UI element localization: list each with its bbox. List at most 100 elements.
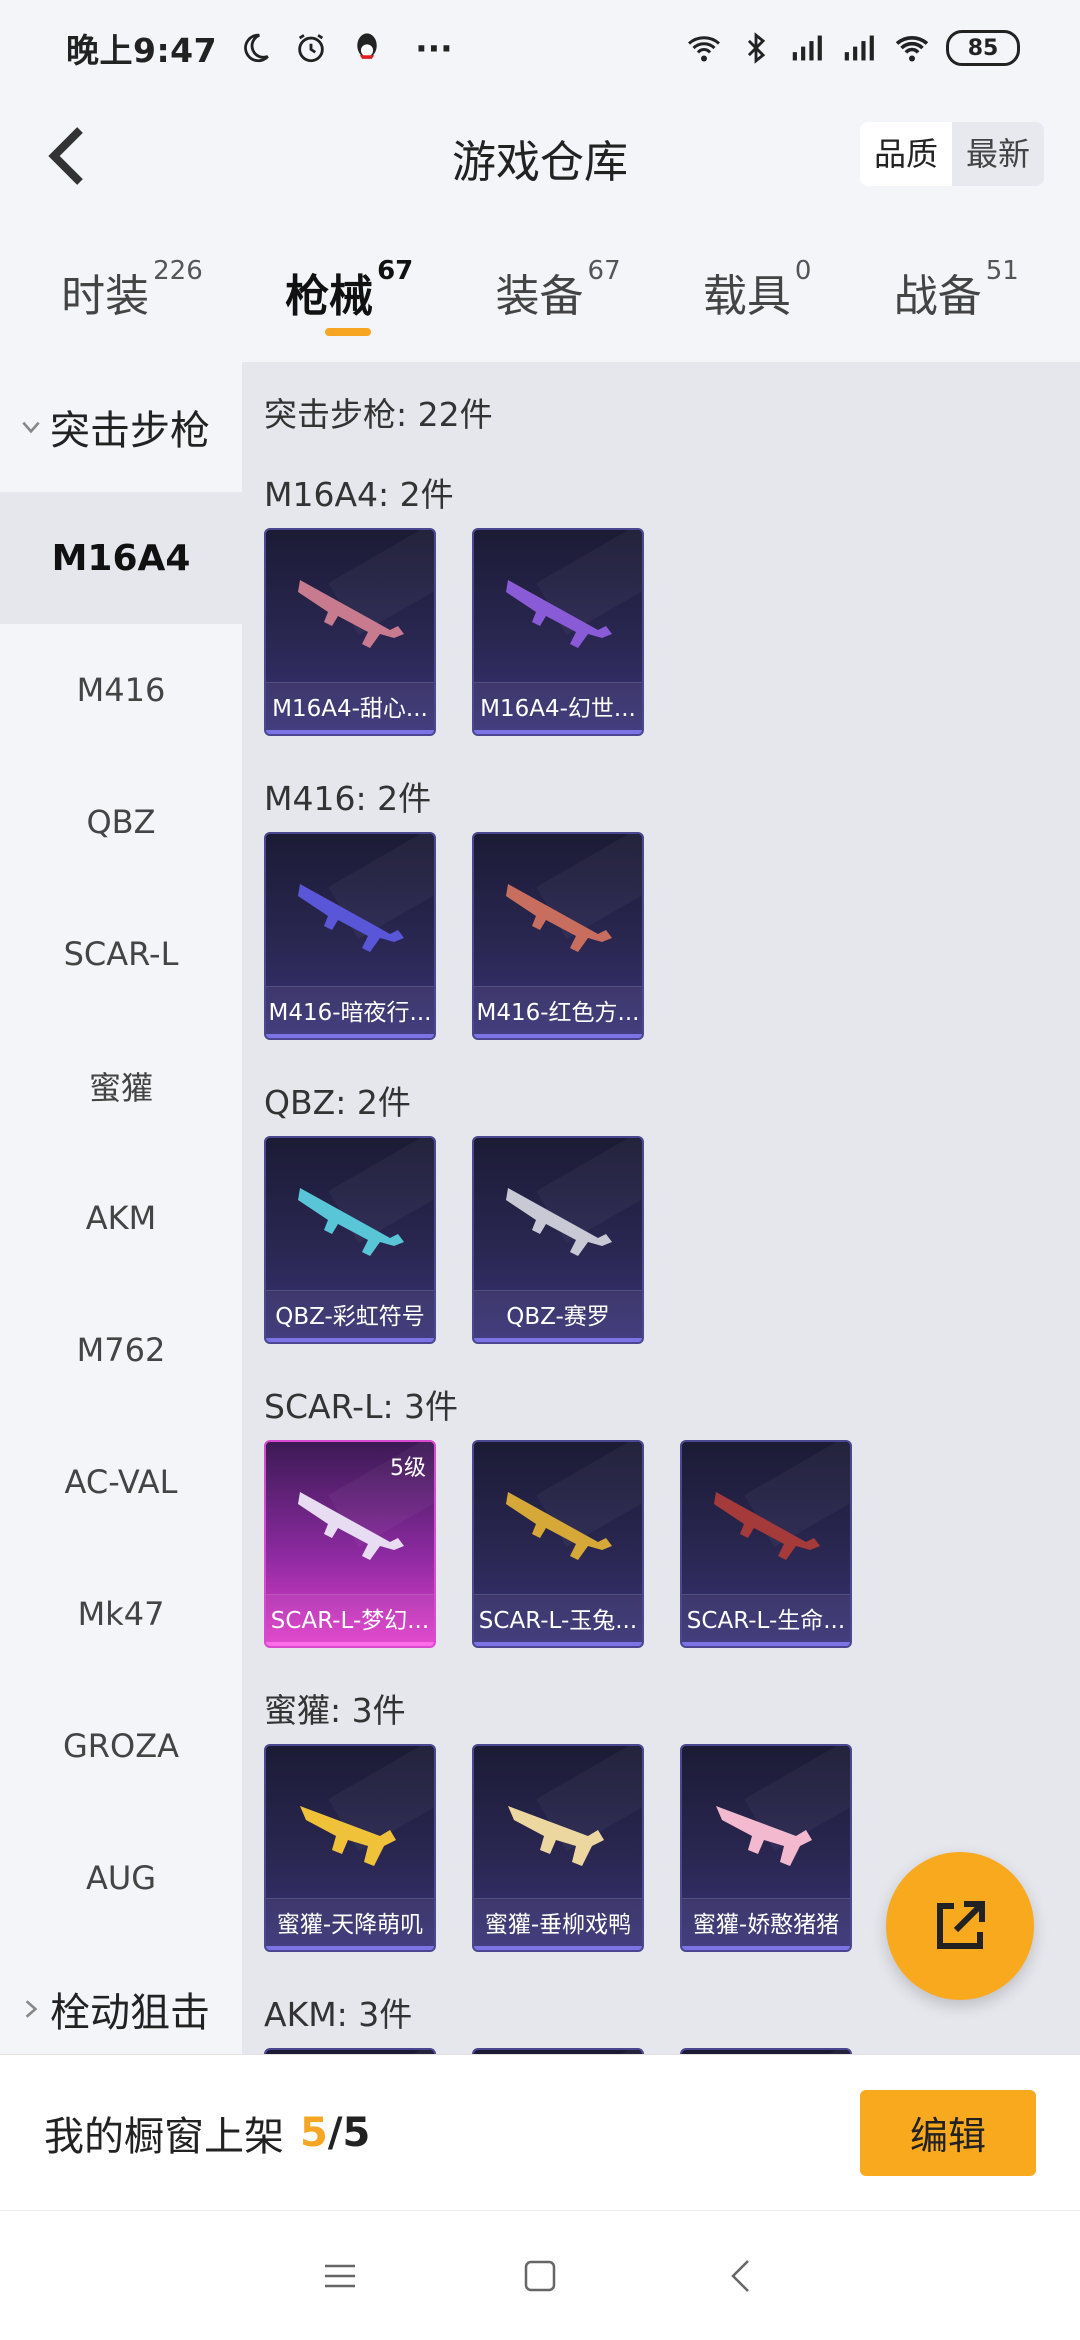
rarity-bar (266, 1642, 434, 1646)
item-row: 5级 SCAR-L-梦幻... SCAR-L-玉兔... SCAR-L-生命..… (264, 1440, 1080, 1648)
section-title: M416: 2件 (264, 779, 432, 818)
weapon-list: 突击步枪: 22件 M16A4: 2件 M16A4-甜心... M16A4-幻世… (242, 362, 1080, 2054)
chevron-right-icon (25, 2000, 38, 2018)
sort-quality-option[interactable]: 品质 (859, 122, 952, 186)
showcase-total: 5 (342, 2109, 371, 2156)
rarity-bar (266, 1338, 434, 1342)
sidebar-item-groza[interactable]: GROZA (0, 1680, 242, 1812)
sidebar-item-akm[interactable]: AKM (0, 1152, 242, 1284)
sidebar-item-aug[interactable]: AUG (0, 1812, 242, 1944)
tab-weapons[interactable]: 枪械 67 (285, 216, 413, 346)
weapon-name: SCAR-L-梦幻... (266, 1594, 434, 1646)
item-row: M416-暗夜行... M416-红色方... (264, 832, 1080, 1040)
smg-icon (716, 1806, 812, 1866)
wifi-signal-icon (686, 30, 722, 66)
sidebar-item-qbz[interactable]: QBZ (0, 756, 242, 888)
tab-active-indicator (325, 328, 372, 336)
battery-indicator: 85 (946, 30, 1020, 66)
status-bar: 晚上9:47 ··· 85 (0, 0, 1080, 96)
tab-count: 51 (985, 256, 1019, 286)
rarity-bar (266, 1946, 434, 1950)
sidebar-item-ac-val[interactable]: AC-VAL (0, 1416, 242, 1548)
weapon-card[interactable]: SCAR-L-生命... (680, 1440, 852, 1648)
section-title: QBZ: 2件 (264, 1083, 411, 1122)
rifle-icon (298, 580, 404, 648)
weapon-type-sidebar: 突击步枪 M16A4 M416 QBZ SCAR-L 蜜獾 AKM M762 A… (0, 362, 242, 2054)
weapon-card[interactable]: M416-红色方... (472, 832, 644, 1040)
weapon-card[interactable]: 蜜獾-天降萌叽 (264, 1744, 436, 1952)
weapon-name: M16A4-幻世... (474, 682, 642, 734)
share-icon (937, 1901, 985, 1949)
menu-icon[interactable] (316, 2252, 364, 2300)
item-row: QBZ-彩虹符号 QBZ-赛罗 (264, 1136, 1080, 1344)
cell-signal-icon (842, 30, 878, 66)
alarm-icon (293, 30, 329, 66)
tab-label: 枪械 (285, 271, 374, 322)
weapon-card[interactable]: QBZ-赛罗 (472, 1136, 644, 1344)
status-more: ··· (415, 28, 453, 68)
share-fab[interactable] (886, 1852, 1034, 2000)
sidebar-item-honey-badger[interactable]: 蜜獾 (0, 1020, 242, 1152)
weapon-card[interactable]: M16A4-甜心... (264, 528, 436, 736)
item-row: M16A4-甜心... M16A4-幻世... (264, 528, 1080, 736)
smg-icon (300, 1806, 396, 1866)
category-summary: 突击步枪: 22件 (264, 395, 493, 434)
sort-newest-option[interactable]: 最新 (952, 122, 1044, 186)
edit-button[interactable]: 编辑 (860, 2089, 1036, 2176)
tab-fashion[interactable]: 时装 226 (61, 216, 203, 346)
rifle-icon (506, 884, 612, 952)
wifi-icon (894, 30, 930, 66)
tab-supplies[interactable]: 战备 51 (894, 216, 1019, 346)
sidebar-item-m416[interactable]: M416 (0, 624, 242, 756)
rifle-icon (298, 1188, 404, 1256)
sidebar-group-label: 栓动狙击 (50, 1990, 210, 2036)
showcase-label: 我的橱窗上架 (44, 2113, 284, 2160)
rarity-bar (474, 1338, 642, 1342)
weapon-name: QBZ-赛罗 (474, 1290, 642, 1342)
sidebar-item-scar-l[interactable]: SCAR-L (0, 888, 242, 1020)
weapon-name: M416-暗夜行... (266, 986, 434, 1038)
weapon-card[interactable]: SCAR-L-玉兔... (472, 1440, 644, 1648)
tab-count: 226 (153, 256, 203, 286)
rarity-bar (266, 730, 434, 734)
rifle-icon (298, 884, 404, 952)
sidebar-group-bolt-action[interactable]: 栓动狙击 (0, 1944, 242, 2054)
weapon-name: SCAR-L-生命... (682, 1594, 850, 1646)
sidebar-item-m16a4[interactable]: M16A4 (0, 492, 242, 624)
rarity-bar (682, 1946, 850, 1950)
sidebar-group-label: 突击步枪 (50, 408, 210, 454)
sidebar-item-m762[interactable]: M762 (0, 1284, 242, 1416)
weapon-card[interactable]: M416-暗夜行... (264, 832, 436, 1040)
status-time: 晚上9:47 (66, 31, 218, 70)
rifle-icon (506, 1492, 612, 1560)
showcase-bar: 我的橱窗上架 5/5 编辑 (0, 2054, 1080, 2210)
rifle-icon (506, 580, 612, 648)
weapon-card[interactable]: 蜜獾-娇憨猪猪 (680, 1744, 852, 1952)
showcase-separator: / (327, 2109, 343, 2156)
rarity-bar (474, 1946, 642, 1950)
weapon-name: 蜜獾-娇憨猪猪 (682, 1898, 850, 1950)
rarity-bar (682, 1642, 850, 1646)
showcase-current: 5 (300, 2109, 328, 2156)
weapon-name: M416-红色方... (474, 986, 642, 1038)
home-icon[interactable] (516, 2252, 564, 2300)
weapon-card[interactable]: 蜜獾-垂柳戏鸭 (472, 1744, 644, 1952)
sidebar-item-mk47[interactable]: Mk47 (0, 1548, 242, 1680)
tab-vehicles[interactable]: 载具 0 (703, 216, 812, 346)
tab-equipment[interactable]: 装备 67 (496, 216, 621, 346)
weapon-card[interactable]: M16A4-幻世... (472, 528, 644, 736)
back-nav-icon[interactable] (716, 2252, 764, 2300)
level-badge: 5级 (390, 1456, 426, 1481)
rifle-icon (506, 1188, 612, 1256)
rarity-bar (474, 1642, 642, 1646)
sidebar-group-assault-rifles[interactable]: 突击步枪 (0, 362, 242, 492)
tab-label: 战备 (893, 271, 982, 322)
weapon-card[interactable]: QBZ-彩虹符号 (264, 1136, 436, 1344)
weapon-card[interactable]: 5级 SCAR-L-梦幻... (264, 1440, 436, 1648)
sort-toggle: 品质 最新 (859, 122, 1044, 186)
weapon-name: SCAR-L-玉兔... (474, 1594, 642, 1646)
rarity-bar (474, 1034, 642, 1038)
weapon-name: 蜜獾-垂柳戏鸭 (474, 1898, 642, 1950)
app-header: 游戏仓库 品质 最新 (0, 96, 1080, 216)
weapon-name: M16A4-甜心... (266, 682, 434, 734)
